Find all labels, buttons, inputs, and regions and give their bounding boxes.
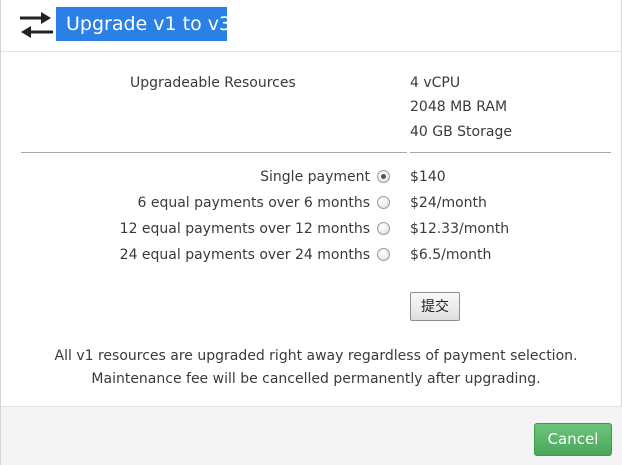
payment-option-price: $24/month — [410, 195, 487, 211]
payment-option-label: 12 equal payments over 12 months — [119, 221, 370, 237]
payment-option-price: $12.33/month — [410, 221, 510, 237]
swap-arrows-icon — [20, 12, 53, 38]
cancel-button[interactable]: Cancel — [534, 423, 612, 456]
submit-button[interactable]: 提交 — [410, 292, 460, 321]
upgrade-dialog: Upgrade v1 to v3 Upgradeable Resources 4… — [0, 0, 622, 465]
dialog-title: Upgrade v1 to v3 — [56, 7, 231, 41]
divider-left — [21, 152, 407, 153]
payment-option-label: Single payment — [260, 169, 370, 185]
payment-option-label: 6 equal payments over 6 months — [137, 195, 370, 211]
resource-storage: 40 GB Storage — [410, 124, 512, 140]
resources-label: Upgradeable Resources — [130, 75, 296, 91]
payment-radio-6-months[interactable] — [377, 196, 390, 209]
maintenance-note: Maintenance fee will be cancelled perman… — [91, 371, 541, 387]
payment-option-price: $140 — [410, 169, 446, 185]
payment-option-label: 24 equal payments over 24 months — [119, 247, 370, 263]
payment-radio-24-months[interactable] — [377, 248, 390, 261]
dialog-footer — [1, 406, 622, 465]
resource-ram: 2048 MB RAM — [410, 99, 508, 115]
divider-right — [410, 152, 611, 153]
dialog-header: Upgrade v1 to v3 — [1, 0, 622, 52]
upgrade-note: All v1 resources are upgraded right away… — [54, 348, 578, 364]
payment-radio-single[interactable] — [377, 170, 390, 183]
payment-option-price: $6.5/month — [410, 247, 492, 263]
resource-cpu: 4 vCPU — [410, 75, 461, 91]
payment-radio-12-months[interactable] — [377, 222, 390, 235]
